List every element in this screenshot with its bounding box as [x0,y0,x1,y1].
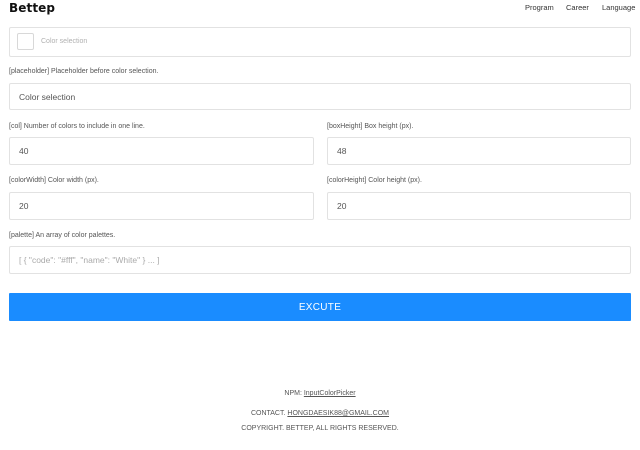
footer-npm-prefix: NPM: [284,390,302,397]
color-width-label: [colorWidth] Color width (px). [9,177,99,184]
footer-copyright: COPYRIGHT. BETTEP, ALL RIGHTS RESERVED. [241,425,399,432]
footer-contact: CONTACT. HONGDAESIK88@GMAIL.COM [0,410,640,417]
color-swatch[interactable] [17,33,34,50]
color-width-input[interactable] [9,192,314,220]
nav-item-program[interactable]: Program [525,3,554,12]
contact-email-link[interactable]: HONGDAESIK88@GMAIL.COM [287,410,389,417]
color-height-input[interactable] [327,192,631,220]
npm-link[interactable]: InputColorPicker [304,390,356,397]
placeholder-label: [placeholder] Placeholder before color s… [9,68,159,75]
excute-button[interactable]: EXCUTE [9,293,631,321]
col-input[interactable] [9,137,314,165]
box-height-input[interactable] [327,137,631,165]
box-height-label: [boxHeight] Box height (px). [327,123,414,130]
color-picker[interactable]: Color selection [9,27,631,57]
footer-contact-prefix: CONTACT. [250,410,286,417]
footer-npm: NPM: InputColorPicker [0,390,640,397]
color-picker-placeholder: Color selection [41,38,88,45]
palette-input[interactable] [9,246,631,274]
header: Bettep Program Career Language [0,0,640,20]
placeholder-input[interactable] [9,83,631,110]
nav-item-career[interactable]: Career [566,3,589,12]
brand-logo[interactable]: Bettep [9,1,55,15]
nav-item-language[interactable]: Language [602,3,635,12]
col-label: [col] Number of colors to include in one… [9,123,145,130]
palette-label: [palette] An array of color palettes. [9,232,116,239]
page: Bettep Program Career Language Color sel… [0,0,640,450]
color-height-label: [colorHeight] Color height (px). [327,177,422,184]
